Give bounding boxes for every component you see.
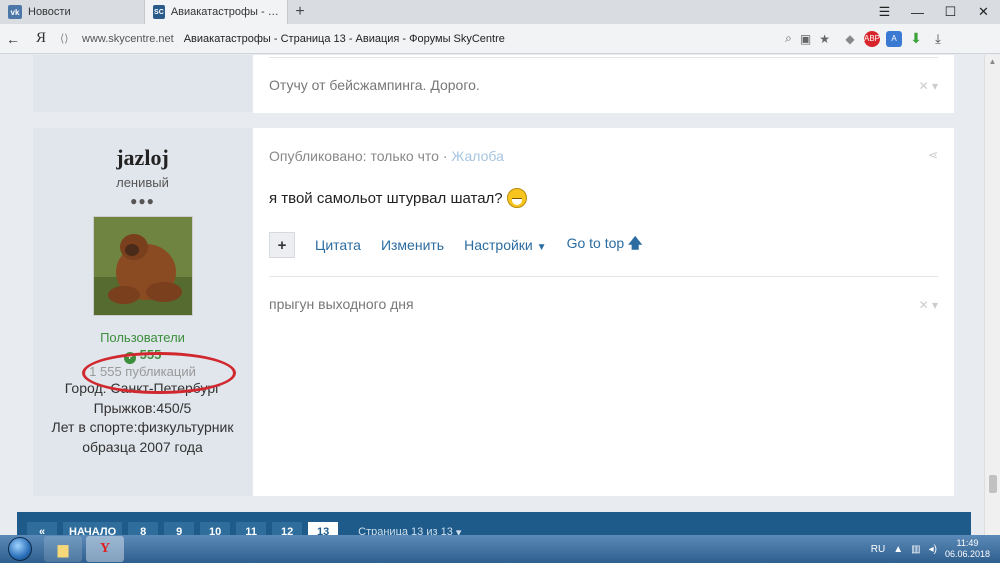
extensions-bar: ◆ ABP A ⬇ ⤓ bbox=[842, 30, 946, 47]
system-tray: RU ▲ ▥ ◂) 11:49 06.06.2018 bbox=[871, 538, 1000, 560]
start-button[interactable] bbox=[0, 535, 40, 563]
page-8-button[interactable]: 8 bbox=[128, 522, 159, 535]
share-icon[interactable]: ⋖ bbox=[928, 148, 938, 162]
tab-skycentre[interactable]: SC Авиакатастрофы - Стран bbox=[144, 0, 288, 24]
post-published: Опубликовано: только что bbox=[269, 148, 439, 164]
windows-logo-icon bbox=[8, 537, 32, 561]
author-rank: ленивый bbox=[116, 175, 169, 190]
signature-divider bbox=[269, 276, 938, 277]
hide-signature-icon[interactable]: ✕ ▾ bbox=[919, 79, 938, 93]
post-content: я твой самольот штурвал шатал? bbox=[269, 188, 527, 208]
user-group: Пользователи bbox=[100, 330, 185, 345]
address-page-title: Авиакатастрофы - Страница 13 - Авиация -… bbox=[183, 32, 505, 45]
arrow-up-icon: 🡅 bbox=[628, 235, 643, 251]
close-icon[interactable]: ✕ bbox=[967, 0, 1000, 24]
menu-icon[interactable]: ☰ bbox=[868, 0, 901, 24]
hide-signature-icon[interactable]: ✕ ▾ bbox=[919, 298, 938, 312]
language-indicator[interactable]: RU bbox=[871, 544, 885, 555]
folder-icon: ▆ bbox=[57, 540, 69, 557]
tab-label: Новости bbox=[28, 6, 71, 18]
post-signature: прыгун выходного дня bbox=[269, 296, 414, 312]
tab-news[interactable]: vk Новости bbox=[0, 0, 144, 24]
windows-taskbar: ▆ Y RU ▲ ▥ ◂) 11:49 06.06.2018 bbox=[0, 535, 1000, 563]
multiquote-button[interactable]: + bbox=[269, 232, 295, 258]
page-13-button[interactable]: 13 bbox=[308, 522, 339, 535]
first-page-button[interactable]: НАЧАЛО bbox=[63, 522, 123, 535]
previous-post-author-panel bbox=[33, 55, 252, 112]
orangutan-photo bbox=[93, 217, 192, 315]
navigation-bar: ← Я ⟨⟩ www.skycentre.net Авиакатастрофы … bbox=[0, 24, 1000, 54]
adblock-icon[interactable]: ABP bbox=[864, 30, 880, 47]
info-years: Лет в спорте:физкультурник bbox=[51, 419, 234, 435]
page-10-button[interactable]: 10 bbox=[200, 522, 231, 535]
new-tab-button[interactable]: + bbox=[288, 0, 312, 24]
caret-down-icon: ▼ bbox=[536, 242, 547, 253]
page-11-button[interactable]: 11 bbox=[236, 522, 267, 535]
downloads-icon[interactable]: ⤓ bbox=[930, 31, 946, 47]
address-bar[interactable]: ⟨⟩ www.skycentre.net Авиакатастрофы - Ст… bbox=[56, 27, 836, 51]
back-arrow-icon: ← bbox=[6, 30, 20, 47]
settings-dropdown[interactable]: Настройки ▼ bbox=[464, 237, 546, 253]
show-hidden-icons-icon[interactable]: ▲ bbox=[893, 544, 903, 555]
minimize-icon[interactable]: — bbox=[901, 0, 934, 24]
yandex-browser-taskbar-button[interactable]: Y bbox=[86, 536, 124, 562]
previous-post-body: Отучу от бейсжампинга. Дорого. ✕ ▾ bbox=[253, 55, 954, 113]
page-info-dropdown[interactable]: Страница 13 из 13 ▾ bbox=[358, 522, 461, 535]
network-icon[interactable]: ▥ bbox=[911, 544, 920, 555]
post-meta: Опубликовано: только что · Жалоба bbox=[269, 148, 504, 164]
quote-button[interactable]: Цитата bbox=[315, 237, 361, 253]
clock-time: 11:49 bbox=[956, 538, 979, 548]
report-link[interactable]: Жалоба bbox=[451, 148, 503, 164]
signature-divider bbox=[269, 57, 938, 58]
pagination-bar: « НАЧАЛО 8 9 10 11 12 13 Страница 13 из … bbox=[17, 512, 971, 535]
search-icon[interactable]: ⌕ bbox=[785, 31, 792, 46]
info-jumps: Прыжков:450/5 bbox=[93, 399, 192, 416]
rank-pips: ●●● bbox=[130, 194, 155, 208]
back-button[interactable]: ← bbox=[0, 26, 26, 52]
download-extension-icon[interactable]: ⬇ bbox=[908, 30, 924, 47]
explorer-taskbar-button[interactable]: ▆ bbox=[44, 536, 82, 562]
red-annotation-circle bbox=[82, 352, 236, 394]
prev-page-button[interactable]: « bbox=[27, 522, 57, 535]
tab-label: Авиакатастрофы - Стран bbox=[170, 6, 279, 18]
info-years-cont: образца 2007 года bbox=[82, 438, 203, 455]
page-scrollbar[interactable]: ▲ bbox=[984, 55, 1000, 535]
laughing-emoji-icon bbox=[506, 188, 527, 208]
previous-post-signature: Отучу от бейсжампинга. Дорого. bbox=[269, 77, 480, 93]
site-info-icon[interactable]: ⟨⟩ bbox=[60, 32, 74, 45]
skycentre-icon: SC bbox=[153, 5, 165, 19]
volume-icon[interactable]: ◂) bbox=[929, 544, 937, 555]
post-body: Опубликовано: только что · Жалоба ⋖ я тв… bbox=[253, 128, 954, 496]
post-text: я твой самольот штурвал шатал? bbox=[269, 190, 503, 207]
avatar[interactable] bbox=[92, 216, 193, 316]
clock-date: 06.06.2018 bbox=[944, 549, 990, 559]
tab-bar: vk Новости SC Авиакатастрофы - Стран + ☰… bbox=[0, 0, 1000, 24]
go-to-top-link[interactable]: Go to top 🡅 bbox=[567, 233, 643, 257]
page-9-button[interactable]: 9 bbox=[164, 522, 195, 535]
translate-icon[interactable]: A bbox=[886, 30, 902, 47]
post-actions: + Цитата Изменить Настройки ▼ Go to top … bbox=[269, 232, 642, 258]
maximize-icon[interactable]: ☐ bbox=[934, 0, 967, 24]
window-controls: ☰ — ☐ ✕ bbox=[868, 0, 1000, 24]
yandex-logo[interactable]: Я bbox=[26, 30, 56, 47]
scroll-thumb[interactable] bbox=[989, 475, 997, 493]
yandex-browser-icon: Y bbox=[99, 541, 111, 556]
address-domain: www.skycentre.net bbox=[82, 32, 174, 45]
forum-page: Отучу от бейсжампинга. Дорого. ✕ ▾ jazlo… bbox=[0, 55, 1000, 535]
shield-icon[interactable]: ◆ bbox=[842, 31, 858, 47]
page-12-button[interactable]: 12 bbox=[272, 522, 303, 535]
clock[interactable]: 11:49 06.06.2018 bbox=[945, 538, 990, 560]
reader-icon[interactable]: ▣ bbox=[800, 32, 811, 46]
vk-icon: vk bbox=[8, 5, 22, 19]
author-panel: jazloj ленивый ●●● Пользователи +555 1 5… bbox=[33, 128, 252, 496]
star-icon[interactable]: ★ bbox=[819, 32, 830, 46]
edit-button[interactable]: Изменить bbox=[381, 237, 444, 253]
author-name[interactable]: jazloj bbox=[33, 145, 252, 171]
scroll-up-icon[interactable]: ▲ bbox=[985, 55, 1000, 69]
